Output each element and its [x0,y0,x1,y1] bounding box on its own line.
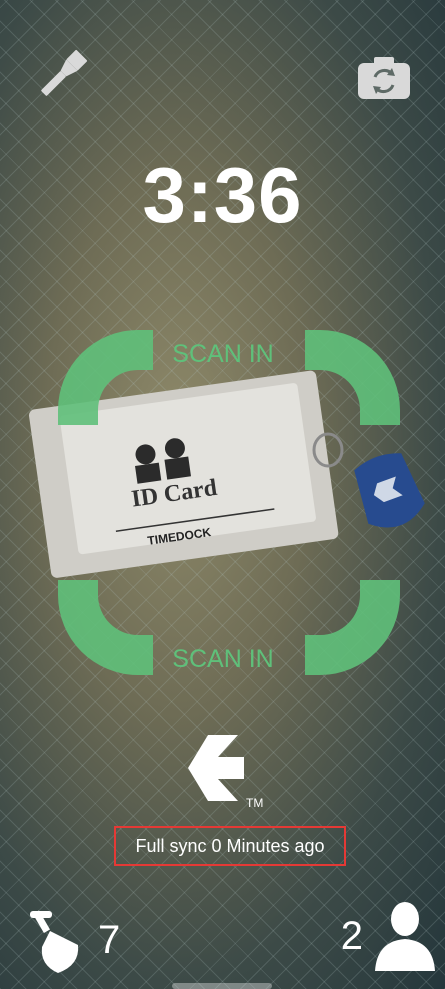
users-button[interactable]: 2 [331,896,437,976]
shovel-icon [30,910,79,973]
timedock-logo: TM [188,735,263,810]
trademark-text: TM [246,796,263,810]
scan-screen: 3:36 ID Card TIMEDOCK SCAN IN SCAN IN TM… [0,0,445,989]
scan-in-label-bottom: SCAN IN [172,645,274,673]
flashlight-icon [41,49,88,96]
scan-in-label-top: SCAN IN [172,340,274,368]
user-icon [375,902,435,971]
job-count: 7 [98,917,121,962]
clock-time: 3:36 [142,151,303,239]
flashlight-button[interactable] [32,45,92,105]
user-count: 2 [340,913,363,958]
sync-status: Full sync 0 Minutes ago [114,826,346,866]
home-indicator [172,983,272,989]
jobs-button[interactable]: 7 [28,900,130,980]
switch-camera-button[interactable] [358,57,410,99]
camera-switch-icon [358,57,410,99]
